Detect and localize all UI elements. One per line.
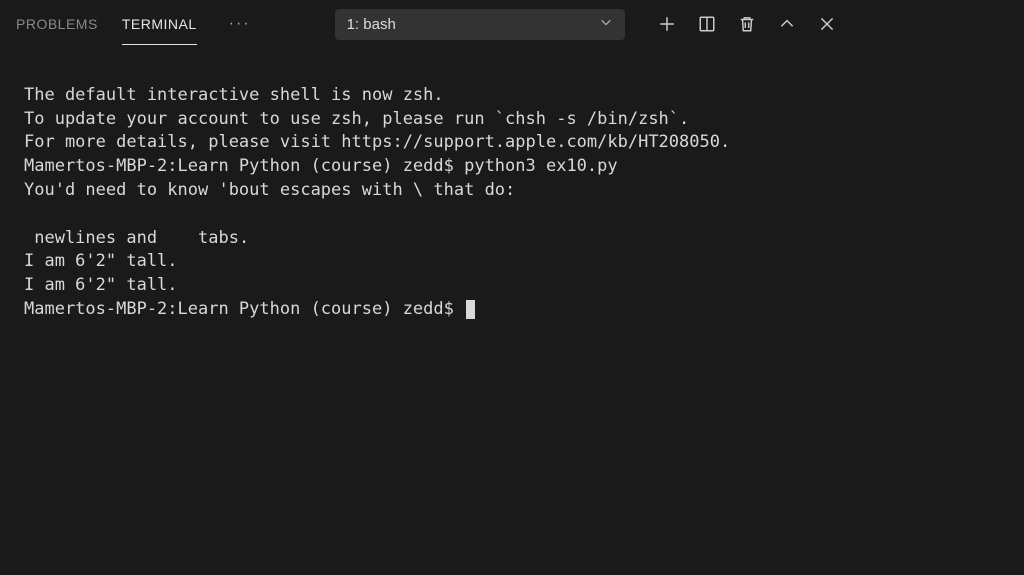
tabs-container: PROBLEMS TERMINAL ··· xyxy=(16,4,259,45)
terminal-line: I am 6'2" tall. xyxy=(24,275,178,295)
tab-terminal[interactable]: TERMINAL xyxy=(122,4,197,45)
terminal-line: For more details, please visit https://s… xyxy=(24,132,730,152)
split-terminal-button[interactable] xyxy=(697,14,717,34)
terminal-line: Mamertos-MBP-2:Learn Python (course) zed… xyxy=(24,156,618,176)
new-terminal-button[interactable] xyxy=(657,14,677,34)
terminal-prompt: Mamertos-MBP-2:Learn Python (course) zed… xyxy=(24,299,464,319)
terminal-line: I am 6'2" tall. xyxy=(24,251,178,271)
terminal-cursor xyxy=(466,300,475,319)
terminal-toolbar xyxy=(657,14,837,34)
chevron-down-icon xyxy=(599,15,613,34)
terminal-line: newlines and tabs. xyxy=(24,228,249,248)
panel-header: PROBLEMS TERMINAL ··· 1: bash xyxy=(0,0,1024,48)
dropdown-label: 1: bash xyxy=(347,16,396,33)
terminal-output[interactable]: The default interactive shell is now zsh… xyxy=(0,48,1024,334)
terminal-selector-dropdown[interactable]: 1: bash xyxy=(335,9,625,40)
tab-problems[interactable]: PROBLEMS xyxy=(16,4,98,44)
terminal-line: You'd need to know 'bout escapes with \ … xyxy=(24,180,515,200)
tab-overflow-menu[interactable]: ··· xyxy=(221,15,259,33)
terminal-line: To update your account to use zsh, pleas… xyxy=(24,109,689,129)
kill-terminal-button[interactable] xyxy=(737,14,757,34)
close-panel-button[interactable] xyxy=(817,14,837,34)
terminal-line: The default interactive shell is now zsh… xyxy=(24,85,444,105)
maximize-panel-button[interactable] xyxy=(777,14,797,34)
